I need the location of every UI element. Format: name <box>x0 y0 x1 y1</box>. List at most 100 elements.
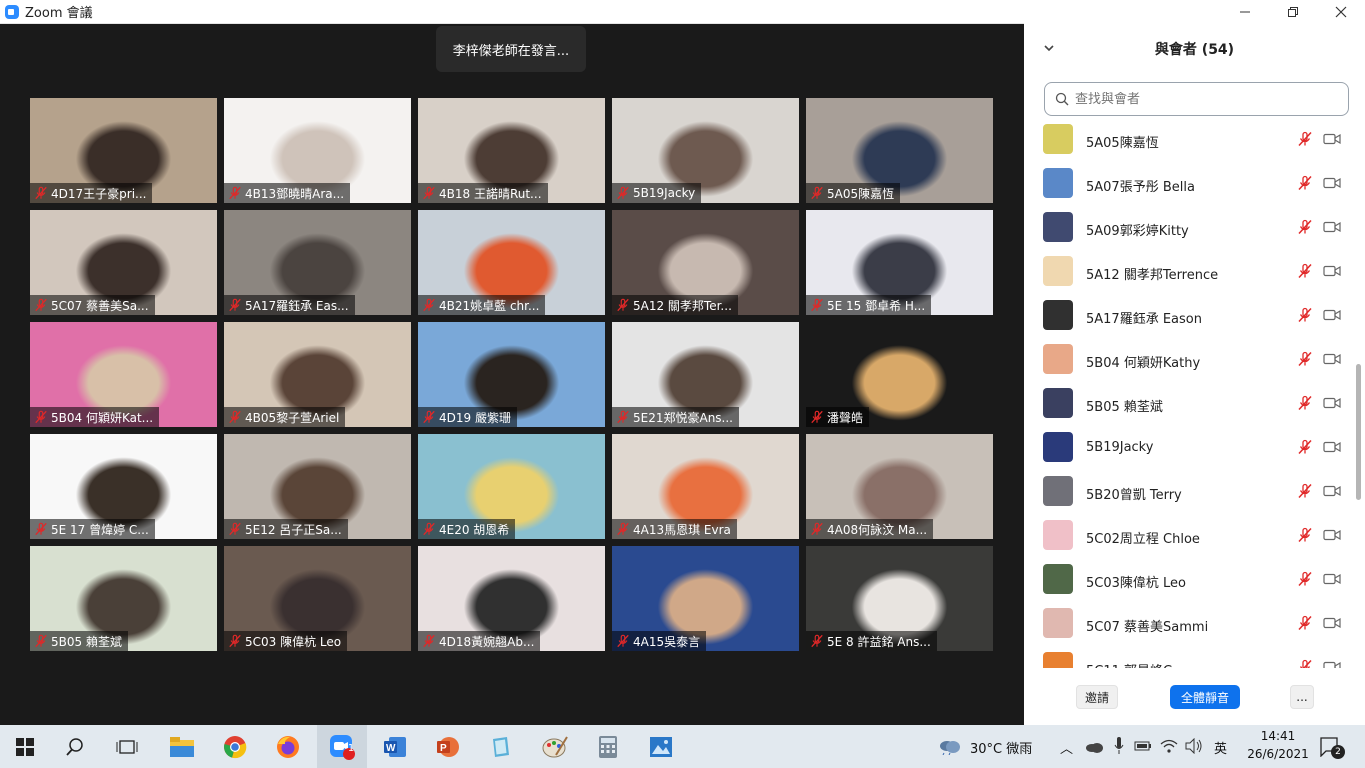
participant-row[interactable]: 5A09郭彩婷Kitty <box>1024 206 1354 250</box>
muted-mic-icon[interactable] <box>1297 483 1313 499</box>
participant-name-label: 5B19Jacky <box>612 183 702 203</box>
participant-row[interactable]: 5B20曾凱 Terry <box>1024 470 1354 514</box>
start-button[interactable] <box>0 725 50 768</box>
participant-row[interactable]: 5C03陳偉杭 Leo <box>1024 558 1354 602</box>
muted-mic-icon[interactable] <box>1297 131 1313 147</box>
mute-all-button[interactable]: 全體靜音 <box>1170 685 1240 709</box>
video-camera-icon[interactable] <box>1323 308 1341 322</box>
microphone-icon[interactable] <box>1114 737 1124 755</box>
search-taskbar-button[interactable] <box>50 725 100 768</box>
video-tile[interactable]: 4A13馬恩琪 Evra <box>612 434 799 539</box>
muted-mic-icon[interactable] <box>1297 615 1313 631</box>
video-camera-icon[interactable] <box>1323 132 1341 146</box>
word-button[interactable]: W <box>370 725 420 768</box>
muted-mic-icon[interactable] <box>1297 395 1313 411</box>
search-input[interactable] <box>1075 91 1315 107</box>
participant-row[interactable]: 5A17羅鈺承 Eason <box>1024 294 1354 338</box>
video-camera-icon[interactable] <box>1323 572 1341 586</box>
notepad-button[interactable] <box>476 725 526 768</box>
video-tile[interactable]: 5C03 陳偉杭 Leo <box>224 546 411 651</box>
minimize-button[interactable] <box>1221 0 1269 24</box>
clock-time[interactable]: 14:41 <box>1248 729 1308 743</box>
video-tile[interactable]: 4D19 嚴紫珊 <box>418 322 605 427</box>
muted-mic-icon[interactable] <box>1297 175 1313 191</box>
close-button[interactable] <box>1317 0 1365 24</box>
video-tile[interactable]: 4A08何詠汶 Ma... <box>806 434 993 539</box>
video-tile[interactable]: 5E21郑悦豪Ans... <box>612 322 799 427</box>
video-camera-icon[interactable] <box>1323 176 1341 190</box>
video-tile[interactable]: 4B13鄧曉晴Ara... <box>224 98 411 203</box>
muted-mic-icon[interactable] <box>1297 527 1313 543</box>
video-camera-icon[interactable] <box>1323 484 1341 498</box>
video-tile[interactable]: 5A12 關孝邦Ter... <box>612 210 799 315</box>
video-camera-icon[interactable] <box>1323 264 1341 278</box>
zoom-taskbar-button[interactable]: 1 <box>317 725 367 768</box>
video-camera-icon[interactable] <box>1323 352 1341 366</box>
video-tile[interactable]: 4D17王子豪pri... <box>30 98 217 203</box>
video-camera-icon[interactable] <box>1323 396 1341 410</box>
chevron-up-icon[interactable]: ︿ <box>1060 738 1073 757</box>
task-view-button[interactable] <box>102 725 152 768</box>
muted-mic-icon[interactable] <box>1297 307 1313 323</box>
video-tile[interactable]: 5E12 呂子正Sa... <box>224 434 411 539</box>
participant-row[interactable]: 5B19Jacky <box>1024 426 1354 470</box>
video-camera-icon[interactable] <box>1323 660 1341 668</box>
maximize-button[interactable] <box>1269 0 1317 24</box>
video-tile[interactable]: 5E 15 鄧卓希 H... <box>806 210 993 315</box>
muted-mic-icon[interactable] <box>1297 219 1313 235</box>
chrome-button[interactable] <box>210 725 260 768</box>
muted-mic-icon[interactable] <box>1297 571 1313 587</box>
ime-indicator[interactable]: 英 <box>1214 738 1227 757</box>
cloud-rain-icon[interactable] <box>938 737 962 755</box>
video-tile[interactable]: 4B18 王諾晴Rut... <box>418 98 605 203</box>
video-camera-icon[interactable] <box>1323 220 1341 234</box>
muted-mic-icon[interactable] <box>1297 263 1313 279</box>
participant-row[interactable]: 5B04 何穎妍Kathy <box>1024 338 1354 382</box>
muted-mic-icon[interactable] <box>1297 351 1313 367</box>
onedrive-icon[interactable] <box>1085 741 1103 753</box>
more-button[interactable]: ... <box>1290 685 1314 709</box>
calculator-button[interactable] <box>583 725 633 768</box>
participant-row[interactable]: 5C07 蔡善美Sammi <box>1024 602 1354 646</box>
battery-icon[interactable] <box>1134 740 1152 752</box>
video-camera-icon[interactable] <box>1323 440 1341 454</box>
weather-text[interactable]: 30°C 微雨 <box>970 738 1032 757</box>
photos-button[interactable] <box>636 725 686 768</box>
video-tile[interactable]: 5A05陳嘉恆 <box>806 98 993 203</box>
video-tile[interactable]: 4D18黃婉翹Ab... <box>418 546 605 651</box>
muted-mic-icon[interactable] <box>1297 659 1313 668</box>
video-camera-icon[interactable] <box>1323 616 1341 630</box>
firefox-button[interactable] <box>263 725 313 768</box>
video-tile[interactable]: 5E 17 曾煒婷 C... <box>30 434 217 539</box>
scrollbar-thumb[interactable] <box>1356 364 1361 500</box>
video-tile[interactable]: 4B05黎子萱Ariel <box>224 322 411 427</box>
participant-row[interactable]: 5C11 郭景峰C... <box>1024 646 1354 668</box>
powerpoint-button[interactable]: P <box>423 725 473 768</box>
participant-scrollbar[interactable] <box>1354 128 1362 668</box>
participant-row[interactable]: 5C02周立程 Chloe <box>1024 514 1354 558</box>
video-tile[interactable]: 5B05 賴荃斌 <box>30 546 217 651</box>
paint-button[interactable] <box>530 725 580 768</box>
video-tile[interactable]: 5B04 何穎妍Kat... <box>30 322 217 427</box>
participant-search[interactable] <box>1044 82 1349 116</box>
clock-date[interactable]: 26/6/2021 <box>1240 747 1316 761</box>
video-tile[interactable]: 4A15吳泰言 <box>612 546 799 651</box>
wifi-icon[interactable] <box>1160 738 1178 754</box>
participant-row[interactable]: 5A07張予彤 Bella <box>1024 162 1354 206</box>
file-explorer-button[interactable] <box>157 725 207 768</box>
participant-row[interactable]: 5A05陳嘉恆 <box>1024 118 1354 162</box>
video-tile[interactable]: 潘聲皓 <box>806 322 993 427</box>
invite-button[interactable]: 邀請 <box>1076 685 1118 709</box>
muted-mic-icon[interactable] <box>1297 439 1313 455</box>
chevron-down-icon[interactable] <box>1042 41 1056 55</box>
participant-row[interactable]: 5B05 賴荃斌 <box>1024 382 1354 426</box>
video-tile[interactable]: 5C07 蔡善美Sa... <box>30 210 217 315</box>
speaker-icon[interactable] <box>1185 738 1203 754</box>
video-tile[interactable]: 5A17羅鈺承 Eas... <box>224 210 411 315</box>
video-tile[interactable]: 5B19Jacky <box>612 98 799 203</box>
video-tile[interactable]: 5E 8 許益銘 Ans... <box>806 546 993 651</box>
participant-row[interactable]: 5A12 關孝邦Terrence <box>1024 250 1354 294</box>
video-tile[interactable]: 4B21姚卓藍 chr... <box>418 210 605 315</box>
video-tile[interactable]: 4E20 胡恩希 <box>418 434 605 539</box>
video-camera-icon[interactable] <box>1323 528 1341 542</box>
